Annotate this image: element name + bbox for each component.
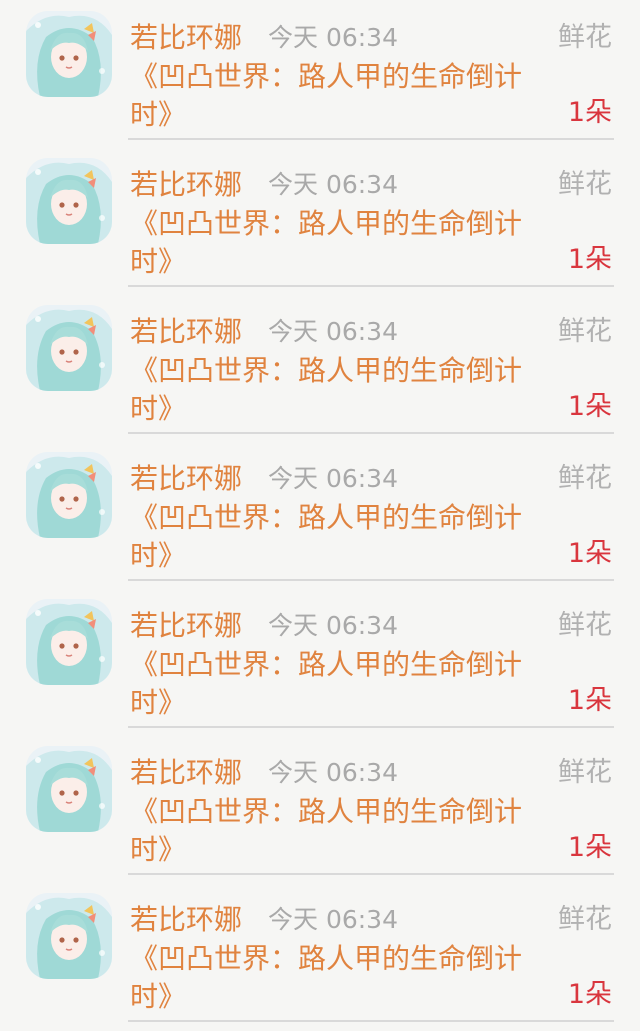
gift-type: 鲜花 <box>558 22 612 53</box>
gift-record-row[interactable]: 若比环娜 今天 06:34 鲜花 《凹凸世界：路人甲的生命倒计时》 1朵 <box>0 147 640 294</box>
book-title[interactable]: 《凹凸世界：路人甲的生命倒计时》 <box>130 646 555 722</box>
gift-type: 鲜花 <box>558 169 612 200</box>
gift-time: 今天 06:34 <box>268 905 398 934</box>
sender-name[interactable]: 若比环娜 <box>130 461 242 497</box>
row-divider <box>128 726 614 728</box>
gift-count: 1朵 <box>567 979 612 1010</box>
gift-count: 1朵 <box>567 685 612 716</box>
avatar[interactable] <box>26 305 112 391</box>
gift-time: 今天 06:34 <box>268 170 398 199</box>
gift-time: 今天 06:34 <box>268 23 398 52</box>
gift-type: 鲜花 <box>558 610 612 641</box>
gift-time: 今天 06:34 <box>268 464 398 493</box>
book-title[interactable]: 《凹凸世界：路人甲的生命倒计时》 <box>130 352 555 428</box>
gift-count: 1朵 <box>567 391 612 422</box>
book-title[interactable]: 《凹凸世界：路人甲的生命倒计时》 <box>130 793 555 869</box>
sender-name[interactable]: 若比环娜 <box>130 608 242 644</box>
gift-count: 1朵 <box>567 832 612 863</box>
gift-record-row[interactable]: 若比环娜 今天 06:34 鲜花 《凹凸世界：路人甲的生命倒计时》 1朵 <box>0 882 640 1029</box>
sender-name[interactable]: 若比环娜 <box>130 902 242 938</box>
gift-time: 今天 06:34 <box>268 758 398 787</box>
avatar[interactable] <box>26 893 112 979</box>
book-title[interactable]: 《凹凸世界：路人甲的生命倒计时》 <box>130 940 555 1016</box>
gift-record-row[interactable]: 若比环娜 今天 06:34 鲜花 《凹凸世界：路人甲的生命倒计时》 1朵 <box>0 735 640 882</box>
sender-name[interactable]: 若比环娜 <box>130 20 242 56</box>
gift-record-row[interactable]: 若比环娜 今天 06:34 鲜花 《凹凸世界：路人甲的生命倒计时》 1朵 <box>0 441 640 588</box>
book-title[interactable]: 《凹凸世界：路人甲的生命倒计时》 <box>130 499 555 575</box>
avatar[interactable] <box>26 746 112 832</box>
row-divider <box>128 432 614 434</box>
sender-name[interactable]: 若比环娜 <box>130 314 242 350</box>
avatar[interactable] <box>26 452 112 538</box>
gift-type: 鲜花 <box>558 463 612 494</box>
sender-name[interactable]: 若比环娜 <box>130 167 242 203</box>
gift-record-row[interactable]: 若比环娜 今天 06:34 鲜花 《凹凸世界：路人甲的生命倒计时》 1朵 <box>0 588 640 735</box>
gift-count: 1朵 <box>567 244 612 275</box>
row-divider <box>128 138 614 140</box>
gift-type: 鲜花 <box>558 904 612 935</box>
gift-time: 今天 06:34 <box>268 317 398 346</box>
row-divider <box>128 873 614 875</box>
gift-type: 鲜花 <box>558 316 612 347</box>
avatar[interactable] <box>26 599 112 685</box>
avatar[interactable] <box>26 158 112 244</box>
gift-time: 今天 06:34 <box>268 611 398 640</box>
gift-type: 鲜花 <box>558 757 612 788</box>
gift-record-row[interactable]: 若比环娜 今天 06:34 鲜花 《凹凸世界：路人甲的生命倒计时》 1朵 <box>0 0 640 147</box>
sender-name[interactable]: 若比环娜 <box>130 755 242 791</box>
book-title[interactable]: 《凹凸世界：路人甲的生命倒计时》 <box>130 58 555 134</box>
row-divider <box>128 1020 614 1022</box>
gift-count: 1朵 <box>567 97 612 128</box>
avatar[interactable] <box>26 11 112 97</box>
gift-record-list: 若比环娜 今天 06:34 鲜花 《凹凸世界：路人甲的生命倒计时》 1朵 若比环… <box>0 0 640 1031</box>
row-divider <box>128 285 614 287</box>
book-title[interactable]: 《凹凸世界：路人甲的生命倒计时》 <box>130 205 555 281</box>
gift-record-row[interactable]: 若比环娜 今天 06:34 鲜花 《凹凸世界：路人甲的生命倒计时》 1朵 <box>0 294 640 441</box>
gift-count: 1朵 <box>567 538 612 569</box>
row-divider <box>128 579 614 581</box>
